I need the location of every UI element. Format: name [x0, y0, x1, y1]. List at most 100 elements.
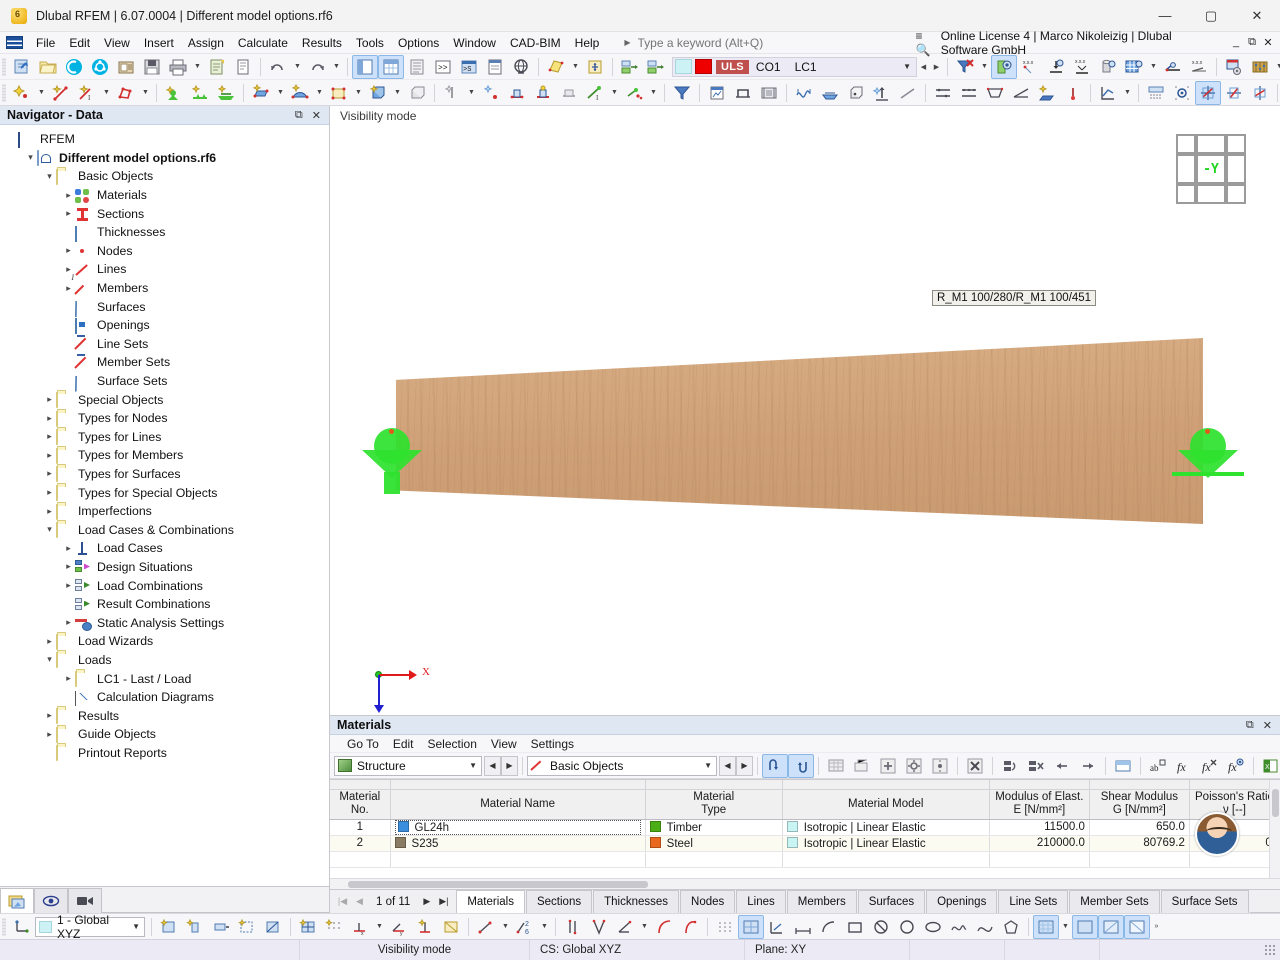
structure-prev-button[interactable]: ◀: [484, 756, 501, 776]
show-arcs-button[interactable]: [816, 915, 842, 939]
cell-empty[interactable]: [1189, 851, 1279, 867]
polygon-tool-button[interactable]: [998, 915, 1024, 939]
tree-item-load-cases[interactable]: ▸Load Cases: [0, 539, 329, 558]
cell-material-type[interactable]: Timber: [645, 819, 782, 835]
tree-item-member-sets[interactable]: Member Sets: [0, 353, 329, 372]
tab-member-sets[interactable]: Member Sets: [1069, 890, 1159, 913]
navigator-undock-icon[interactable]: ⧉: [295, 109, 303, 122]
tree-item-printout-reports[interactable]: Printout Reports: [0, 744, 329, 763]
table-row-empty[interactable]: [330, 851, 1280, 867]
new-support-set-button[interactable]: [478, 81, 504, 105]
new-distributed-load-button[interactable]: [956, 81, 982, 105]
tree-item-types-for-nodes[interactable]: ▸Types for Nodes: [0, 409, 329, 428]
cell-material-model[interactable]: Isotropic | Linear Elastic: [782, 819, 989, 835]
show-dimensions-button[interactable]: [790, 915, 816, 939]
maximize-button[interactable]: ▢: [1188, 0, 1234, 32]
menu-options[interactable]: Options: [391, 34, 446, 52]
new-member-load-button[interactable]: [895, 81, 921, 105]
tab-line-sets[interactable]: Line Sets: [998, 890, 1068, 913]
keyword-search-input[interactable]: [636, 35, 916, 51]
arc-snap-button[interactable]: [651, 915, 677, 939]
tree-item-line-sets[interactable]: Line Sets: [0, 335, 329, 354]
object-snap-x-button[interactable]: x: [347, 915, 373, 939]
navigator-tab-display[interactable]: [34, 888, 68, 913]
tree-item-thicknesses[interactable]: Thicknesses: [0, 223, 329, 242]
tab-sections[interactable]: Sections: [526, 890, 592, 913]
timber-beam-member[interactable]: [396, 338, 1203, 524]
doc-restore-button[interactable]: ⧉: [1244, 36, 1260, 49]
col-header-shear-modulus[interactable]: Shear Modulus G [N/mm²]: [1089, 789, 1189, 819]
table-row[interactable]: 1GL24hTimberIsotropic | Linear Elastic11…: [330, 819, 1280, 835]
pager-next-button[interactable]: ▶: [418, 896, 435, 907]
new-surface-support-button[interactable]: [213, 81, 239, 105]
redo-dropdown-button[interactable]: ▼: [330, 55, 343, 79]
new-member-hinge-button[interactable]: [530, 81, 556, 105]
new-surface-dropdown-button[interactable]: ▼: [274, 81, 287, 105]
chevron-right-icon[interactable]: ▸: [62, 580, 75, 591]
menu-help[interactable]: Help: [568, 34, 607, 52]
menu-window[interactable]: Window: [446, 34, 503, 52]
model-info-button[interactable]: [113, 55, 139, 79]
units-dropdown-button[interactable]: ▼: [1273, 55, 1280, 79]
chevron-right-icon[interactable]: ▸: [43, 729, 56, 740]
command-line-button[interactable]: >>: [430, 55, 456, 79]
division-snap-button[interactable]: 26: [512, 915, 538, 939]
print-dropdown-button[interactable]: ▼: [191, 55, 204, 79]
numbering-button[interactable]: x.x.x: [1017, 55, 1043, 79]
display-supports-button[interactable]: [991, 55, 1017, 79]
move-row-left-button[interactable]: [1049, 754, 1075, 778]
tree-item-loads[interactable]: ▾Loads: [0, 651, 329, 670]
properties-button[interactable]: [482, 55, 508, 79]
show-grid-button[interactable]: [1121, 55, 1147, 79]
generate-mesh-button[interactable]: [1169, 81, 1195, 105]
point-snap-dropdown[interactable]: ▼: [499, 915, 512, 939]
grid-dropdown-button[interactable]: ▼: [1147, 55, 1160, 79]
arc-tangent-button[interactable]: [677, 915, 703, 939]
delete-formula-button[interactable]: fx: [1197, 754, 1223, 778]
tree-item-types-for-members[interactable]: ▸Types for Members: [0, 446, 329, 465]
materials-table-vertical-scrollbar[interactable]: [1269, 780, 1280, 878]
materials-menu-goto[interactable]: Go To: [340, 736, 386, 752]
ortho-mode-button[interactable]: [295, 915, 321, 939]
chevron-right-icon[interactable]: ▸: [62, 543, 75, 554]
license-search-icon[interactable]: ≡🔍: [916, 29, 935, 57]
tree-item-design-situations[interactable]: ▸Design Situations: [0, 558, 329, 577]
new-member-dropdown-button[interactable]: ▼: [100, 81, 113, 105]
wireframe-mode-button[interactable]: [1098, 915, 1124, 939]
menu-edit[interactable]: Edit: [62, 34, 97, 52]
angle-snap-dropdown[interactable]: ▼: [638, 915, 651, 939]
tree-item-lc1-last-load[interactable]: ▸LC1 - Last / Load: [0, 669, 329, 688]
cell-material-no[interactable]: 1: [330, 819, 390, 835]
materials-close-icon[interactable]: ✕: [1263, 719, 1272, 732]
coordinate-system-icon-button[interactable]: [9, 915, 35, 939]
cell-material-name[interactable]: S235: [390, 835, 645, 851]
chevron-right-icon[interactable]: ▸: [62, 617, 75, 628]
tree-item-types-for-lines[interactable]: ▸Types for Lines: [0, 428, 329, 447]
tree-item-load-cases-combinations[interactable]: ▾Load Cases & Combinations: [0, 520, 329, 539]
new-trapezoidal-load-button[interactable]: [982, 81, 1008, 105]
scrollbar-thumb[interactable]: [348, 881, 648, 888]
parallel-lines-button[interactable]: [560, 915, 586, 939]
doc-minimize-button[interactable]: _: [1228, 36, 1244, 49]
chevron-right-icon[interactable]: ▸: [43, 710, 56, 721]
show-formula-button[interactable]: fx: [1223, 754, 1249, 778]
tab-nodes[interactable]: Nodes: [680, 890, 735, 913]
col-header-material-type[interactable]: Material Type: [645, 789, 782, 819]
redo-button[interactable]: [304, 55, 330, 79]
tab-thicknesses[interactable]: Thicknesses: [593, 890, 679, 913]
undo-button[interactable]: [265, 55, 291, 79]
minimize-button[interactable]: —: [1142, 0, 1188, 32]
show-nodal-supports-button[interactable]: [1043, 55, 1069, 79]
tree-item-guide-objects[interactable]: ▸Guide Objects: [0, 725, 329, 744]
show-yz-plane-button[interactable]: [1221, 81, 1247, 105]
tree-item-different-model-options-rf6[interactable]: ▾Different model options.rf6: [0, 149, 329, 168]
menu-file[interactable]: File: [29, 34, 62, 52]
new-member-support-button[interactable]: [504, 81, 530, 105]
add-row-button[interactable]: [875, 754, 901, 778]
pager-last-button[interactable]: ▶|: [435, 896, 452, 907]
tree-item-rfem[interactable]: RFEM: [0, 130, 329, 149]
chevron-right-icon[interactable]: ▸: [43, 431, 56, 442]
chevron-down-icon[interactable]: ▾: [24, 152, 37, 163]
tree-item-openings[interactable]: Openings: [0, 316, 329, 335]
new-load-case-button[interactable]: [669, 81, 695, 105]
